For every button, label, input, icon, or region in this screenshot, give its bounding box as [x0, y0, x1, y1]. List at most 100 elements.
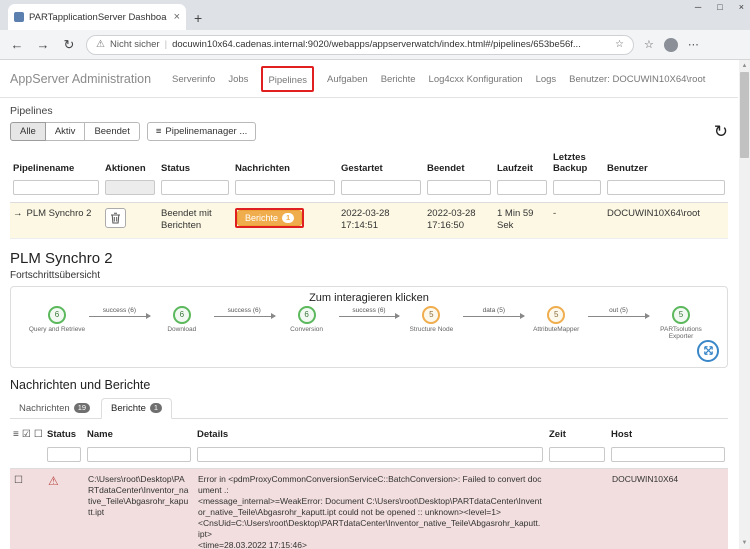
filter-alle-button[interactable]: Alle: [10, 122, 46, 141]
window-controls: ─ □ ×: [695, 2, 744, 12]
pipelinemanager-button[interactable]: ≡ Pipelinemanager ...: [146, 122, 257, 141]
filter-beendet-button[interactable]: Beendet: [85, 122, 140, 141]
tab-nachrichten[interactable]: Nachrichten 19: [10, 399, 99, 418]
row-checkbox-icon[interactable]: ☐: [14, 475, 23, 486]
pipeline-row-aktionen: [102, 203, 158, 239]
table-menu-icon[interactable]: ≡: [13, 429, 19, 440]
tab-close-icon[interactable]: ×: [174, 11, 180, 23]
app-title: AppServer Administration: [10, 72, 152, 86]
col-laufzeit[interactable]: Laufzeit: [494, 147, 550, 177]
maximize-icon[interactable]: □: [717, 2, 722, 12]
col-benutzer[interactable]: Benutzer: [604, 147, 728, 177]
nav-item-log4cxx[interactable]: Log4cxx Konfiguration: [429, 74, 523, 85]
not-secure-warning-icon: ⚠: [96, 39, 105, 50]
filter-pipelinename-input[interactable]: [13, 180, 99, 195]
mcol-details[interactable]: Details: [194, 425, 546, 444]
mfilter-status-input[interactable]: [47, 446, 81, 462]
mcol-zeit[interactable]: Zeit: [546, 425, 608, 444]
col-gestartet[interactable]: Gestartet: [338, 147, 424, 177]
message-row-select: ☐: [10, 468, 44, 549]
diagram-nodes: 6 Query and Retrieve success (6) 6 Downl…: [25, 305, 713, 341]
mfilter-zeit-input[interactable]: [549, 446, 605, 462]
col-beendet[interactable]: Beendet: [424, 147, 494, 177]
filter-gestartet-input[interactable]: [341, 180, 421, 195]
scrollbar-thumb[interactable]: [740, 72, 749, 158]
filter-laufzeit-input[interactable]: [497, 180, 547, 195]
nav-item-serverinfo[interactable]: Serverinfo: [172, 74, 215, 85]
new-tab-button[interactable]: +: [194, 10, 202, 26]
delete-pipeline-button[interactable]: [105, 208, 126, 228]
nav-item-aufgaben[interactable]: Aufgaben: [327, 74, 368, 85]
nav-item-benutzer[interactable]: Benutzer: DOCUWIN10X64\root: [569, 74, 705, 85]
diagram-expand-button[interactable]: [697, 339, 719, 362]
forward-icon[interactable]: →: [34, 37, 52, 52]
tab-berichte[interactable]: Berichte 1: [101, 397, 173, 419]
mfilter-details-input[interactable]: [197, 446, 543, 462]
message-row-details: Error in <pdmProxyCommonConversionServic…: [194, 468, 546, 549]
mfilter-name-input[interactable]: [87, 446, 191, 462]
profile-avatar[interactable]: [663, 37, 678, 52]
back-icon[interactable]: ←: [8, 37, 26, 52]
mcol-host[interactable]: Host: [608, 425, 728, 444]
filter-benutzer-input[interactable]: [607, 180, 725, 195]
message-row-status: ⚠: [44, 468, 84, 549]
node-conversion[interactable]: 6 Conversion: [275, 305, 339, 333]
node-attributemapper[interactable]: 5 AttributeMapper: [524, 305, 588, 333]
messages-table: ≡ ☑ ☐ Status Name Details Zeit Host ☐ ⚠ …: [10, 425, 728, 549]
annotation-berichte-button: Berichte 1: [235, 208, 305, 228]
nav-item-logs[interactable]: Logs: [536, 74, 557, 85]
edge-5: out (5): [588, 307, 650, 320]
mfilter-host-input[interactable]: [611, 446, 725, 462]
node-count: 6: [48, 305, 66, 324]
close-icon[interactable]: ×: [739, 2, 744, 12]
filter-backup-input[interactable]: [553, 180, 601, 195]
filter-aktiv-button[interactable]: Aktiv: [45, 122, 86, 141]
deselect-all-checkbox-icon[interactable]: ☐: [34, 429, 43, 440]
nav-item-jobs[interactable]: Jobs: [228, 74, 248, 85]
node-query-and-retrieve[interactable]: 6 Query and Retrieve: [25, 305, 89, 333]
filter-status-input[interactable]: [161, 180, 229, 195]
progress-overview-label: Fortschrittsübersicht: [10, 269, 101, 281]
nav-item-pipelines[interactable]: Pipelines: [268, 75, 307, 86]
trash-icon: [111, 212, 120, 224]
favorites-bar-icon[interactable]: ☆: [644, 38, 654, 51]
page-scrollbar[interactable]: ▲ ▼: [739, 60, 750, 549]
node-download[interactable]: 6 Download: [150, 305, 214, 333]
col-status[interactable]: Status: [158, 147, 232, 177]
message-row-zeit: [546, 468, 608, 549]
col-nachrichten[interactable]: Nachrichten: [232, 147, 338, 177]
message-row-name: C:\Users\root\Desktop\PARTdataCenter\Inv…: [84, 468, 194, 549]
pipelines-table: Pipelinename Aktionen Status Nachrichten…: [10, 147, 728, 239]
mcol-name[interactable]: Name: [84, 425, 194, 444]
node-structure-node[interactable]: 5 Structure Node: [399, 305, 463, 333]
nav-item-berichte[interactable]: Berichte: [381, 74, 416, 85]
node-partsolutions-exporter[interactable]: 5 PARTsolutions Exporter: [649, 305, 713, 341]
pipeline-row-name[interactable]: → PLM Synchro 2: [10, 203, 102, 239]
minimize-icon[interactable]: ─: [695, 2, 701, 12]
filter-beendet-input[interactable]: [427, 180, 491, 195]
filter-aktionen-input[interactable]: [105, 180, 155, 195]
col-letztes-backup[interactable]: Letztes Backup: [550, 147, 604, 177]
scroll-down-icon[interactable]: ▼: [742, 537, 748, 549]
hamburger-icon: ≡: [155, 126, 162, 137]
berichte-button[interactable]: Berichte 1: [237, 210, 303, 226]
edge-1: success (6): [89, 307, 151, 320]
error-warning-icon: ⚠: [48, 473, 59, 488]
node-count: 5: [671, 305, 690, 324]
address-bar[interactable]: ⚠ Nicht sicher | docuwin10x64.cadenas.in…: [86, 34, 634, 55]
favorite-star-icon[interactable]: ☆: [615, 39, 624, 50]
pipeline-name: PLM Synchro 2: [26, 208, 92, 219]
mcol-status[interactable]: Status: [44, 425, 84, 444]
scroll-up-icon[interactable]: ▲: [742, 60, 748, 72]
messages-table-tools: ≡ ☑ ☐: [10, 425, 44, 444]
col-pipelinename[interactable]: Pipelinename: [10, 147, 102, 177]
browser-menu-icon[interactable]: ⋯: [688, 38, 699, 51]
refresh-icon[interactable]: ↻: [60, 37, 78, 53]
select-all-checkbox-icon[interactable]: ☑: [22, 429, 31, 440]
reload-pipelines-icon[interactable]: ↻: [714, 123, 728, 140]
col-aktionen[interactable]: Aktionen: [102, 147, 158, 177]
browser-tab[interactable]: PARTapplicationServer Dashboa ×: [8, 4, 186, 30]
tab-favicon-icon: [14, 12, 24, 22]
filter-nachrichten-input[interactable]: [235, 180, 335, 195]
pipeline-filter-group: Alle Aktiv Beendet: [10, 122, 140, 141]
